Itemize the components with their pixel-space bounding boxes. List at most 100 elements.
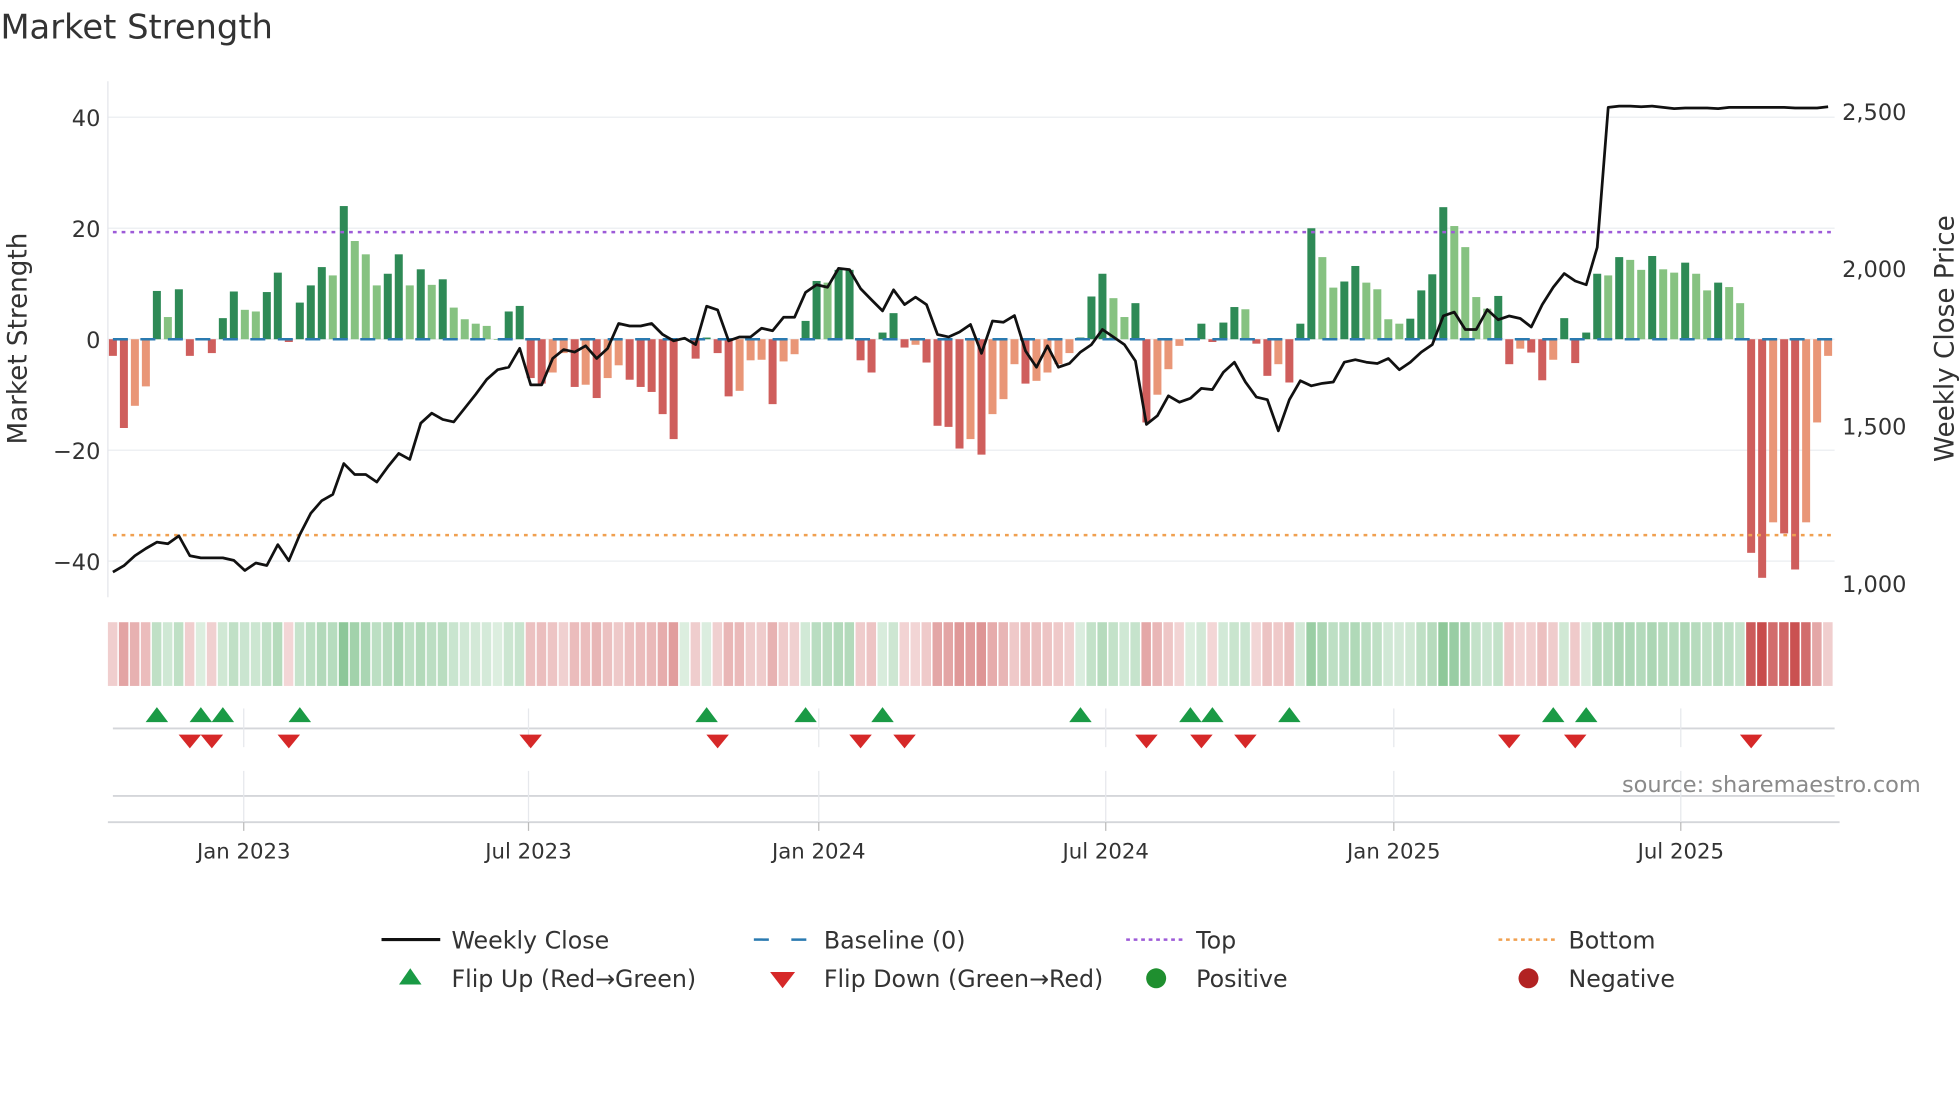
strength-bar — [812, 280, 821, 340]
strength-bar — [1153, 339, 1162, 395]
strip-cell — [129, 622, 140, 686]
strip-cell — [1163, 622, 1173, 686]
strip-cell — [1328, 622, 1338, 686]
strip-cell — [1141, 622, 1151, 686]
strength-bar — [394, 254, 403, 340]
x-tick-label: Jul 2025 — [1636, 839, 1724, 864]
strength-bar — [625, 339, 634, 380]
strength-bar — [504, 311, 513, 340]
strength-bar — [801, 320, 810, 340]
strip-cell — [1801, 622, 1811, 686]
strength-bar — [207, 339, 216, 354]
strip-cell — [459, 622, 470, 686]
strength-heat-strip — [107, 622, 1833, 686]
strength-bar — [438, 279, 447, 340]
flip-up-marker — [1179, 707, 1202, 723]
strength-bar — [1648, 255, 1657, 340]
strip-cell — [734, 622, 745, 686]
strength-bar — [1472, 297, 1481, 340]
x-tick-label: Jul 2024 — [1061, 839, 1149, 864]
strength-bar — [1109, 298, 1118, 340]
strength-bar — [1384, 319, 1393, 340]
strip-cell — [767, 622, 778, 686]
legend-label: Top — [1195, 926, 1236, 954]
strength-bar — [999, 339, 1008, 400]
strip-cell — [1493, 622, 1503, 686]
y-tick-label: 0 — [86, 328, 100, 354]
strip-cell — [1361, 622, 1371, 686]
strip-cell — [151, 622, 162, 686]
flip-up-marker — [1574, 707, 1598, 723]
strength-bar — [1802, 339, 1811, 523]
flip-down-marker — [178, 734, 202, 749]
strength-bar — [328, 275, 337, 340]
strip-cell — [965, 622, 976, 686]
strength-bar — [592, 339, 601, 399]
strip-cell — [250, 622, 261, 686]
strip-cell — [866, 622, 877, 686]
strip-cell — [470, 622, 481, 686]
strength-bar — [1395, 323, 1404, 340]
strip-cell — [1757, 622, 1767, 686]
strength-bar — [1659, 269, 1668, 340]
strip-cell — [1581, 622, 1591, 686]
strength-bar — [1758, 339, 1767, 578]
flip-up-marker — [145, 707, 169, 723]
strip-cell — [1713, 622, 1723, 686]
strip-cell — [800, 622, 811, 686]
strip-cell — [228, 622, 239, 686]
strip-cell — [1658, 622, 1668, 686]
strip-cell — [338, 622, 349, 686]
strength-bar — [636, 339, 645, 387]
legend-item: Baseline (0) — [753, 926, 966, 954]
strength-bar — [262, 292, 271, 340]
strength-bar — [449, 307, 458, 340]
strip-cell — [1636, 622, 1646, 686]
strip-cell — [1064, 622, 1074, 686]
strength-bar — [1560, 318, 1569, 340]
strength-bar — [1428, 274, 1437, 340]
strip-cell — [1009, 622, 1019, 686]
strip-cell — [954, 622, 965, 686]
strip-cell — [1097, 622, 1107, 686]
strip-cell — [701, 622, 712, 686]
strip-cell — [1185, 622, 1195, 686]
strip-cell — [1053, 622, 1063, 686]
strip-cell — [1614, 622, 1624, 686]
right-y-ticks: 2,500 2,000 1,500 1,000 — [1842, 100, 1906, 598]
flip-up-marker — [1069, 707, 1092, 723]
strip-cell — [1042, 622, 1052, 686]
flip-down-marker — [893, 734, 916, 749]
strength-bar — [1593, 273, 1602, 340]
strength-bar — [1285, 339, 1294, 383]
strip-cell — [536, 622, 547, 686]
strength-bar — [1164, 339, 1173, 370]
strip-cell — [602, 622, 613, 686]
flip-down-marker — [1739, 734, 1763, 749]
strength-bar — [1670, 272, 1679, 340]
legend-item: Positive — [1146, 965, 1288, 993]
strip-cell — [426, 622, 437, 686]
strength-bar — [1010, 339, 1019, 365]
strip-cell — [140, 622, 151, 686]
strip-cell — [1372, 622, 1382, 686]
strip-cell — [415, 622, 426, 686]
strip-cell — [1559, 622, 1569, 686]
strip-cell — [1647, 622, 1657, 686]
strip-cell — [1273, 622, 1283, 686]
strength-bar — [185, 339, 194, 356]
flip-up-marker — [1201, 707, 1224, 723]
strip-cell — [877, 622, 888, 686]
strip-cell — [1779, 622, 1789, 686]
strip-cell — [789, 622, 800, 686]
y-tick-label: −40 — [53, 550, 100, 576]
strip-cell — [1020, 622, 1030, 686]
strip-cell — [1416, 622, 1426, 686]
strip-cell — [580, 622, 591, 686]
strip-cell — [184, 622, 195, 686]
strength-bar — [955, 339, 964, 449]
strength-bar — [482, 325, 491, 340]
strip-cell — [162, 622, 173, 686]
strength-bar — [1131, 303, 1140, 340]
x-tick-label: Jan 2023 — [195, 839, 291, 864]
